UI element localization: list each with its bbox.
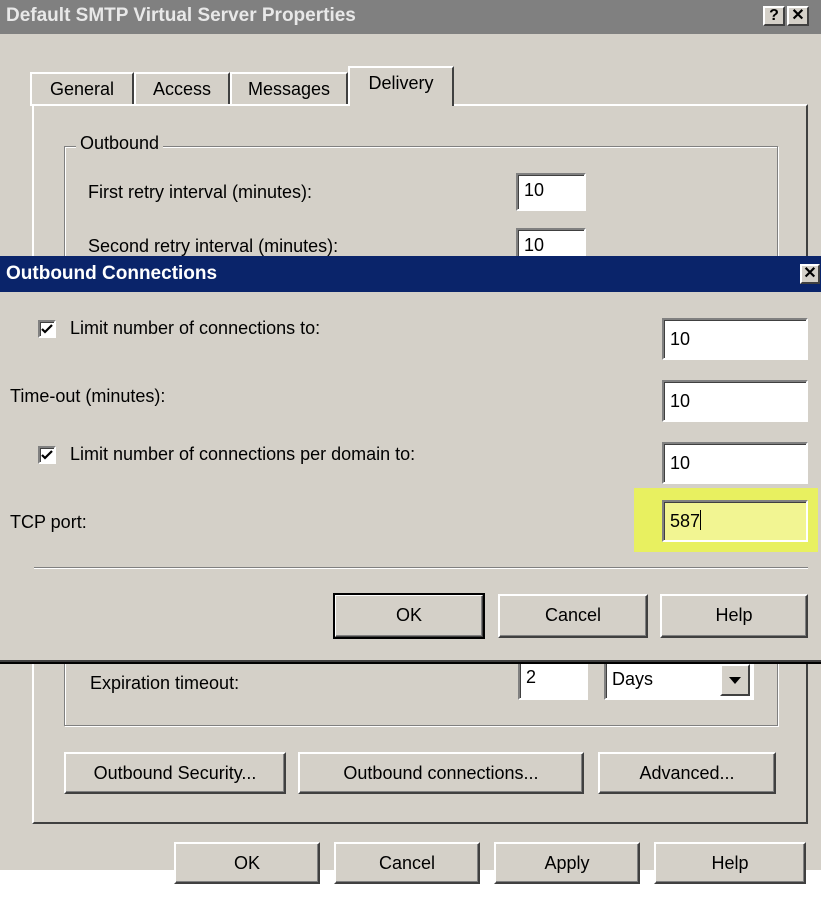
separator [34,567,808,569]
cancel-button[interactable]: Cancel [498,594,648,638]
help-button[interactable]: Help [654,842,806,884]
apply-button[interactable]: Apply [494,842,640,884]
checkmark-icon [41,324,53,334]
first-retry-label: First retry interval (minutes): [88,182,313,202]
dialog-title: Outbound Connections [6,263,218,284]
expiration-unit-select[interactable]: Days [604,660,754,700]
limit-per-domain-input[interactable]: 10 [662,442,808,484]
expiration-timeout-label: Expiration timeout: [90,673,240,693]
ok-button[interactable]: OK [333,593,485,639]
expiration-timeout-input[interactable]: 2 [518,660,588,700]
apply-label: Apply [544,853,590,873]
limit-connections-label: Limit number of connections to: [70,318,321,338]
title-bar: Outbound Connections ✕ [0,256,821,292]
timeout-label: Time-out (minutes): [10,386,166,406]
limit-connections-input[interactable]: 10 [662,318,808,360]
second-retry-label: Second retry interval (minutes): [88,236,339,256]
tab-general[interactable]: General [30,72,134,106]
limit-per-domain-label: Limit number of connections per domain t… [70,444,416,464]
outbound-security-button[interactable]: Outbound Security... [64,752,286,794]
expiration-unit-value: Days [612,669,654,689]
help-button[interactable]: Help [660,594,808,638]
tcp-port-value: 587 [670,511,701,531]
tab-messages[interactable]: Messages [230,72,348,106]
tcp-port-label: TCP port: [10,512,87,532]
timeout-input[interactable]: 10 [662,380,808,422]
limit-per-domain-checkbox[interactable] [38,446,56,464]
title-bar: Default SMTP Virtual Server Properties ?… [0,0,821,34]
tab-access[interactable]: Access [134,72,230,106]
close-button[interactable]: ✕ [800,264,820,284]
cancel-button[interactable]: Cancel [334,842,480,884]
chevron-down-icon [729,677,741,684]
outbound-connections-button[interactable]: Outbound connections... [298,752,584,794]
limit-connections-checkbox[interactable] [38,320,56,338]
tcp-port-input[interactable]: 587 [662,500,808,542]
checkmark-icon [41,450,53,460]
help-label: Help [715,605,753,625]
advanced-button[interactable]: Advanced... [598,752,776,794]
text-cursor [700,510,702,530]
dropdown-arrow-button[interactable] [720,664,750,696]
close-button[interactable]: ✕ [787,6,809,26]
tab-delivery[interactable]: Delivery [348,66,454,106]
first-retry-input[interactable]: 10 [516,173,586,211]
help-title-button[interactable]: ? [763,6,785,26]
dialog-title: Default SMTP Virtual Server Properties [6,5,356,26]
outbound-connections-dialog: Outbound Connections ✕ Limit number of c… [0,256,821,662]
ok-button[interactable]: OK [174,842,320,884]
outbound-group-label: Outbound [76,133,164,154]
